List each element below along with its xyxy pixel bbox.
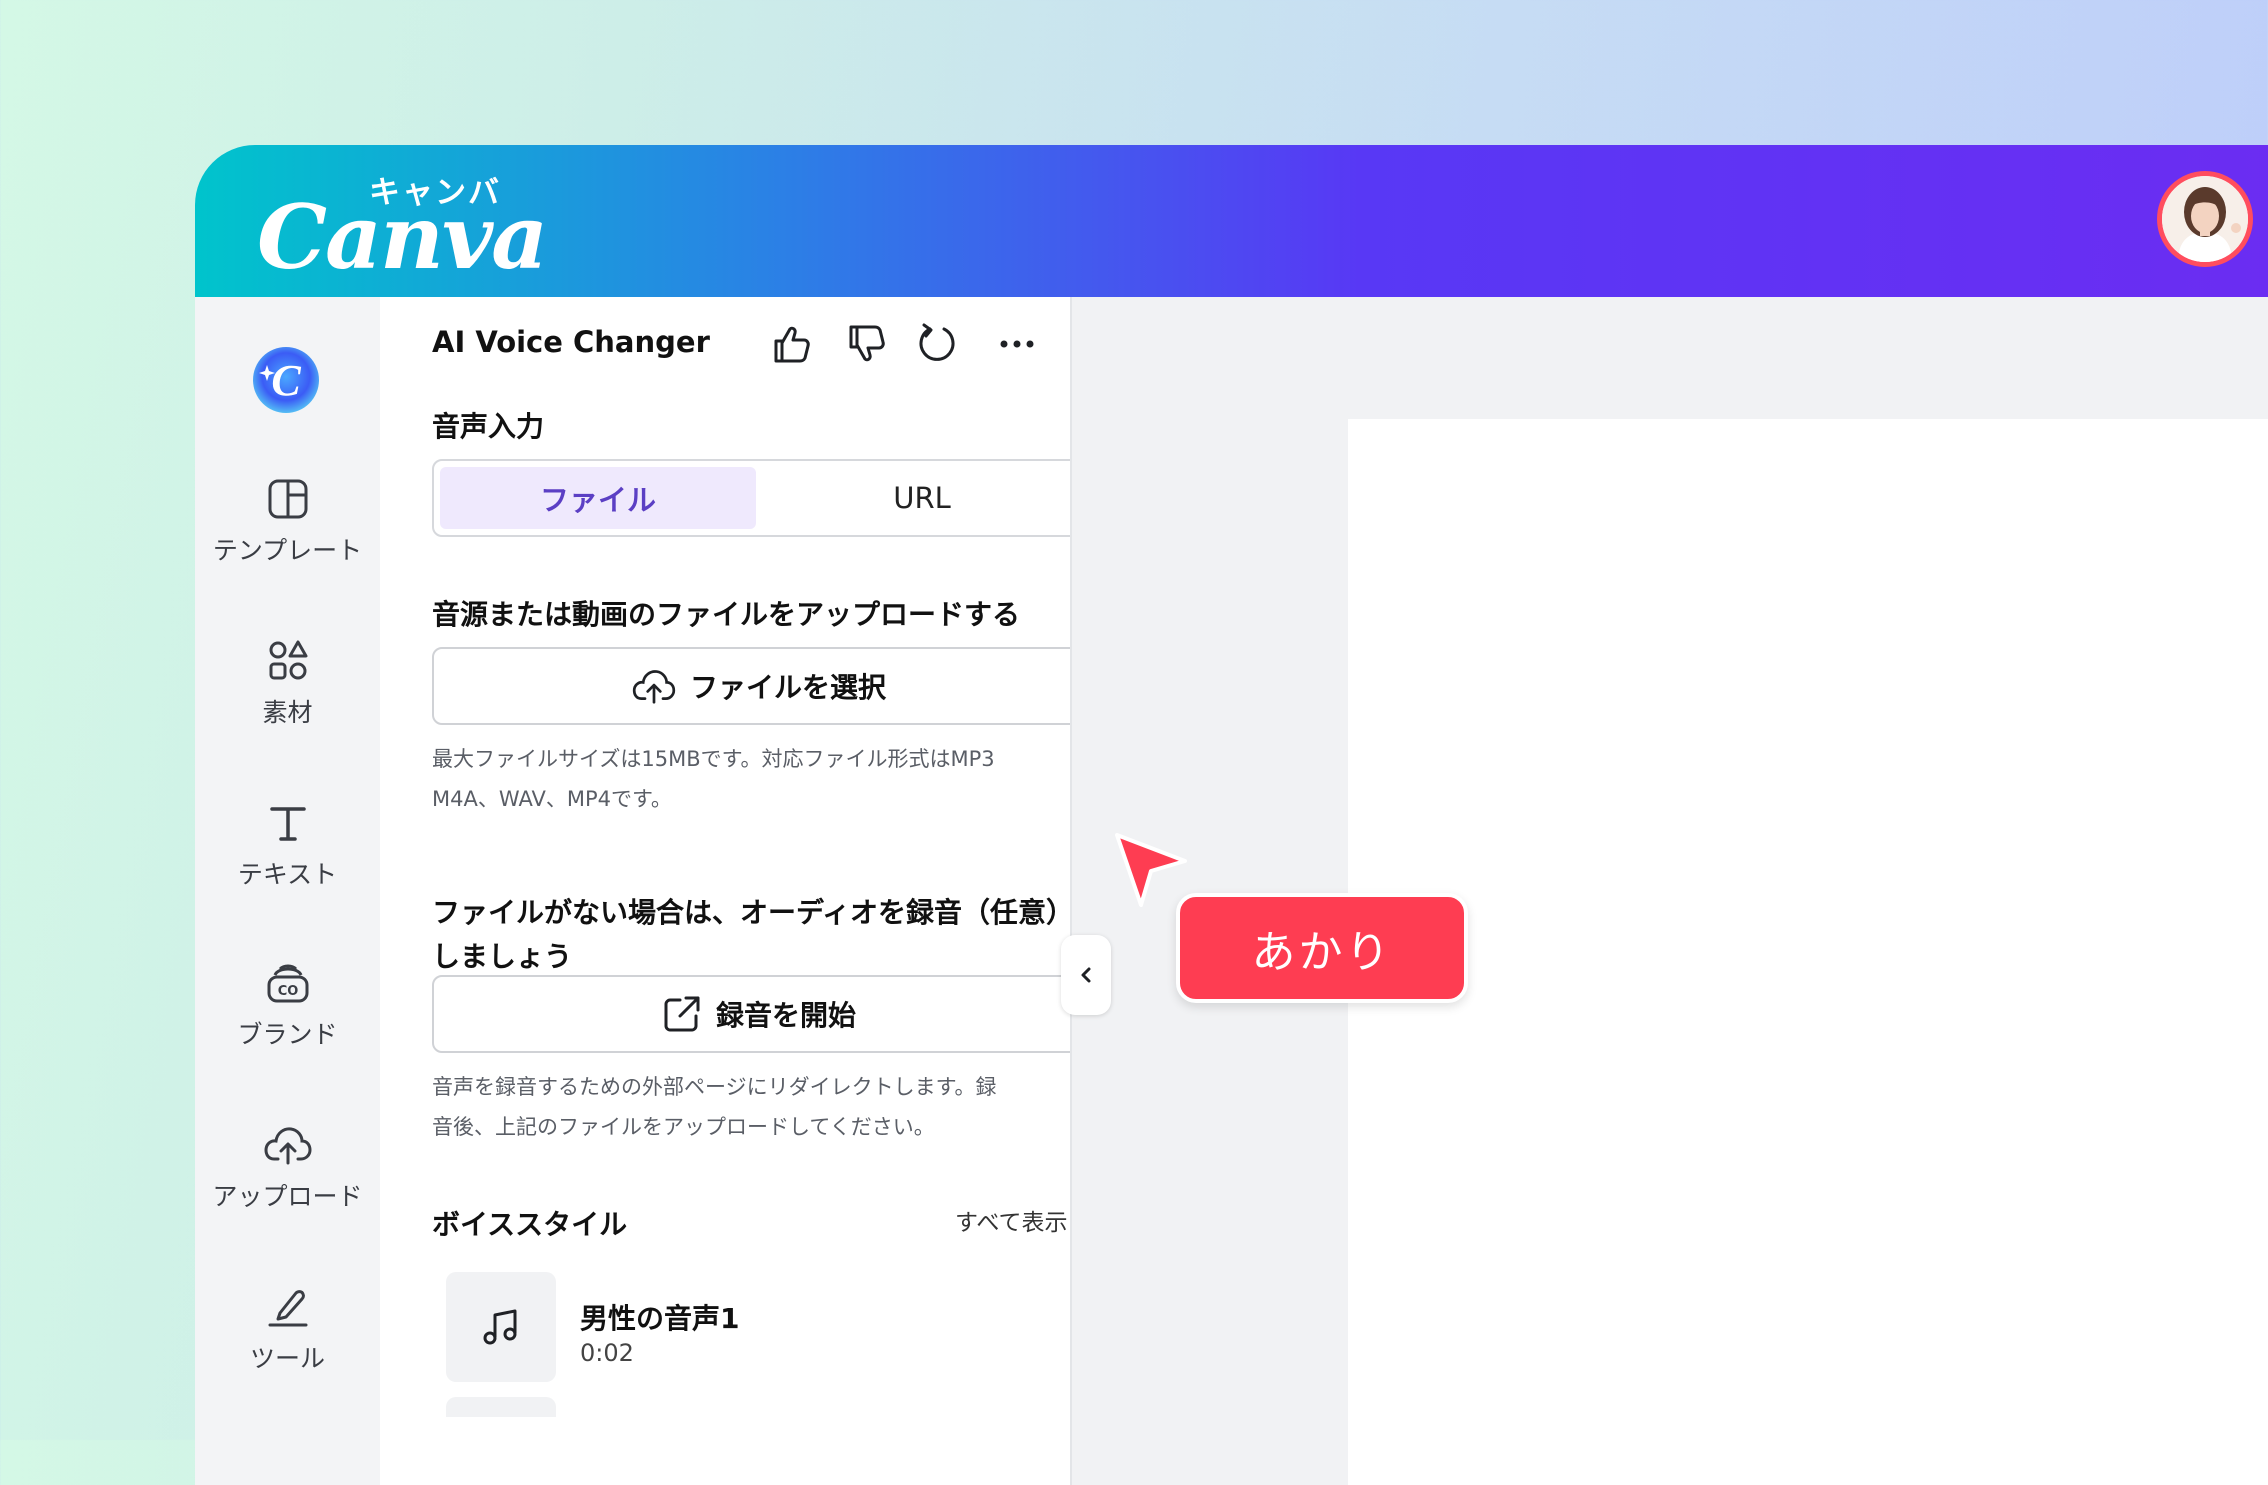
sidebar-item-templates[interactable]: テンプレート — [195, 477, 380, 567]
record-help-line: 音後、上記のファイルをアップロードしてください。 — [432, 1115, 935, 1139]
external-link-icon — [664, 996, 700, 1032]
top-bar: キャンバ Canva — [195, 145, 2268, 297]
voice-item-thumbnail-next[interactable] — [446, 1397, 556, 1417]
svg-text:C: C — [271, 356, 301, 405]
ai-voice-changer-panel: AI Voice Changer 音声入力 ファイル URL 音源または動画のフ… — [380, 297, 1086, 1485]
input-source-toggle: ファイル URL — [432, 459, 1086, 537]
sidebar-item-label: ツール — [249, 1344, 325, 1373]
left-sidebar: C テンプレート 素材 テキスト CO ブランド アップロード ツール — [195, 297, 380, 1485]
thumbs-down-icon[interactable] — [843, 321, 889, 367]
file-help-line: M4A、WAV、MP4です。 — [432, 787, 672, 811]
tab-url[interactable]: URL — [764, 467, 1080, 529]
choose-file-button[interactable]: ファイルを選択 — [432, 647, 1086, 725]
sidebar-item-text[interactable]: テキスト — [195, 801, 380, 891]
record-label-line: しましょう — [432, 940, 573, 973]
thumbs-up-icon[interactable] — [768, 321, 814, 367]
design-page[interactable] — [1348, 419, 2268, 1485]
more-options-icon[interactable] — [994, 321, 1040, 367]
voice-item-thumbnail[interactable] — [446, 1272, 556, 1382]
user-avatar[interactable] — [2157, 171, 2253, 267]
collapse-panel-button[interactable] — [1061, 935, 1111, 1015]
text-icon — [269, 807, 306, 841]
sidebar-item-label: テキスト — [237, 860, 338, 889]
sidebar-item-tools[interactable]: ツール — [195, 1285, 380, 1375]
choose-file-label: ファイルを選択 — [689, 671, 886, 704]
sidebar-item-label: テンプレート — [212, 536, 363, 565]
audio-input-label: 音声入力 — [432, 410, 545, 443]
chevron-left-icon — [1081, 967, 1091, 983]
regenerate-icon[interactable] — [914, 321, 960, 367]
file-help-text: 最大ファイルサイズは15MBです。対応ファイル形式はMP3 M4A、WAV、MP… — [432, 739, 1052, 819]
upload-section-label: 音源または動画のファイルをアップロードする — [432, 598, 1021, 631]
brand-icon: CO — [267, 964, 308, 1003]
sidebar-item-elements[interactable]: 素材 — [195, 639, 380, 729]
music-note-icon — [483, 1309, 517, 1345]
tab-file[interactable]: ファイル — [440, 467, 756, 529]
cloud-upload-icon — [632, 670, 676, 704]
sidebar-item-brand[interactable]: CO ブランド — [195, 961, 380, 1051]
record-label-line: ファイルがない場合は、オーディオを録音（任意） — [432, 896, 1075, 929]
collaborator-name-tag: あかり — [1176, 893, 1468, 1003]
svg-text:CO: CO — [277, 984, 298, 999]
record-section-label: ファイルがない場合は、オーディオを録音（任意） しましょう — [432, 891, 1074, 979]
voice-item-name[interactable]: 男性の音声1 — [580, 1297, 739, 1337]
logo-wordmark: Canva — [257, 185, 548, 289]
start-recording-label: 録音を開始 — [715, 999, 856, 1032]
start-recording-button[interactable]: 録音を開始 — [432, 975, 1086, 1053]
show-all-link[interactable]: すべて表示 — [955, 1203, 1067, 1237]
upload-icon — [263, 1127, 312, 1165]
canva-app-window: キャンバ Canva C テンプレート 素材 テキスト CO ブランド アップロ… — [195, 145, 2268, 1485]
canva-ai-magic-icon[interactable]: C — [251, 345, 321, 415]
sidebar-item-label: アップロード — [212, 1182, 363, 1211]
file-help-line: 最大ファイルサイズは15MBです。対応ファイル形式はMP3 — [432, 747, 995, 771]
sidebar-item-label: 素材 — [262, 698, 313, 727]
voice-style-label: ボイススタイル — [432, 1208, 628, 1241]
template-icon — [268, 479, 307, 519]
record-help-text: 音声を録音するための外部ページにリダイレクトします。録 音後、上記のファイルをア… — [432, 1067, 1072, 1147]
elements-icon — [269, 640, 307, 680]
record-help-line: 音声を録音するための外部ページにリダイレクトします。録 — [432, 1075, 997, 1099]
panel-title: AI Voice Changer — [432, 325, 710, 359]
tools-icon — [268, 1290, 307, 1327]
sidebar-item-uploads[interactable]: アップロード — [195, 1123, 380, 1213]
collaborator-cursor-icon — [1115, 833, 1187, 907]
sidebar-item-label: ブランド — [237, 1020, 338, 1049]
avatar-portrait-icon — [2162, 176, 2248, 262]
voice-item-duration: 0:02 — [580, 1339, 634, 1367]
